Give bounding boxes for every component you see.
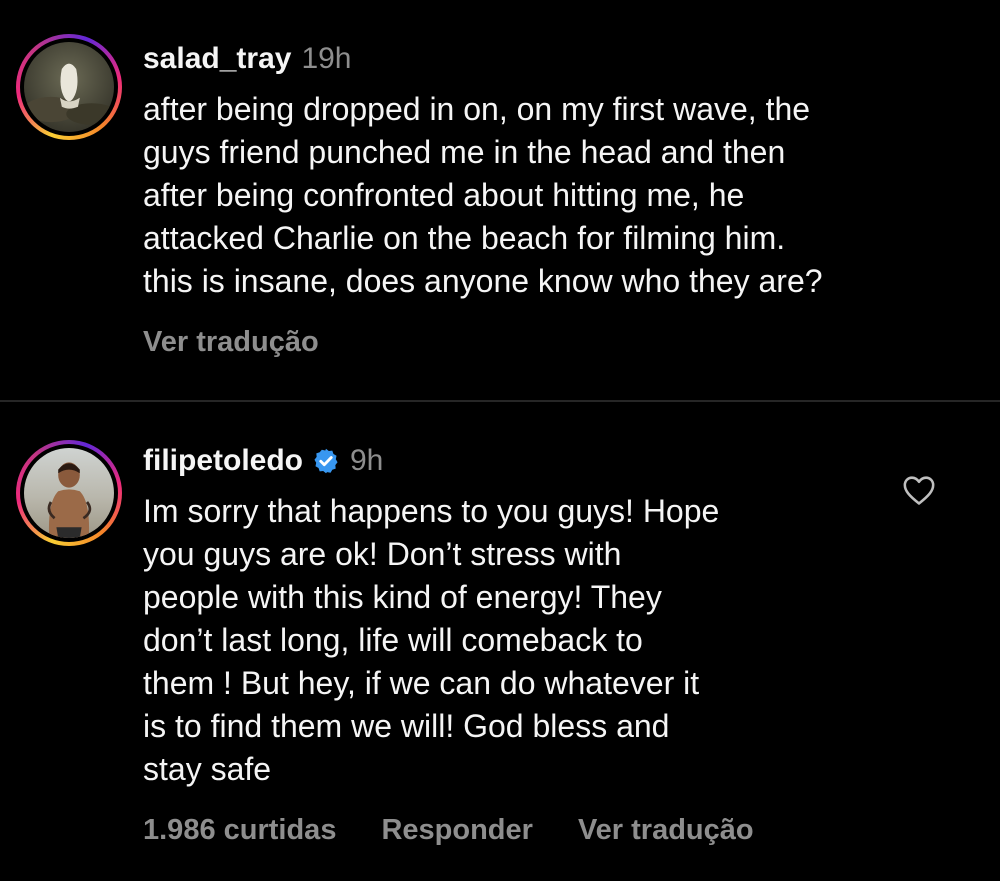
- comment-actions: Ver tradução: [143, 324, 364, 360]
- see-translation-link[interactable]: Ver tradução: [578, 812, 754, 848]
- comment-header: salad_tray 19h: [143, 40, 352, 78]
- likes-count[interactable]: 1.986 curtidas: [143, 812, 336, 848]
- verified-badge-icon: [312, 447, 340, 475]
- comment: filipetoledo 9h Im sorry that happens to…: [0, 402, 1000, 881]
- username[interactable]: salad_tray: [143, 40, 291, 78]
- comment-text: Im sorry that happens to you guys! Hope …: [143, 493, 720, 787]
- timestamp: 19h: [301, 42, 352, 75]
- username[interactable]: filipetoledo: [143, 442, 303, 480]
- heart-outline-icon[interactable]: [902, 474, 936, 506]
- avatar[interactable]: [24, 448, 114, 538]
- comment-header: filipetoledo 9h: [143, 442, 383, 480]
- timestamp: 9h: [350, 444, 384, 477]
- avatar[interactable]: [24, 42, 114, 132]
- reply-button[interactable]: Responder: [381, 812, 532, 848]
- see-translation-link[interactable]: Ver tradução: [143, 324, 319, 360]
- avatar-image: [24, 42, 114, 132]
- avatar-story-ring[interactable]: [16, 34, 122, 140]
- avatar-story-ring[interactable]: [16, 440, 122, 546]
- comment-text: after being dropped in on, on my first w…: [143, 91, 823, 299]
- comment-actions: 1.986 curtidas Responder Ver tradução: [143, 812, 799, 848]
- avatar-image: [24, 448, 114, 538]
- comment: salad_tray 19h after being dropped in on…: [0, 0, 1000, 400]
